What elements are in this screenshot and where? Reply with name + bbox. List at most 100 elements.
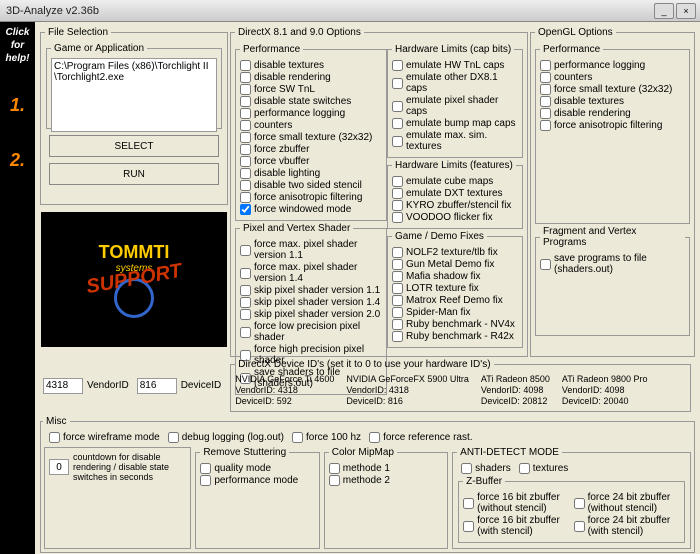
device-ids-group: DirectX Device ID's (set it to 0 to use … (230, 359, 691, 412)
dx-gdf-item-4[interactable]: Matrox Reef Demo fix (392, 295, 518, 306)
file-selection-group: File Selection Game or Application C:\Pr… (40, 27, 228, 205)
anti-detect-group: ANTI-DETECT MODE shaders textures Z-Buff… (452, 447, 691, 549)
dx-perf-item-8[interactable]: force vbuffer (240, 156, 382, 167)
countdown-group: countdown for disable rendering / disabl… (44, 447, 191, 549)
logo-title: TOMMTI (99, 242, 170, 263)
dx-gdf-item-7[interactable]: Ruby benchmark - R42x (392, 331, 518, 342)
zbuffer-group: Z-Buffer force 16 bit zbuffer (without s… (458, 476, 685, 543)
color-mipmap-group: Color MipMap methode 1methode 2 (324, 447, 448, 549)
game-app-group: Game or Application C:\Program Files (x8… (46, 43, 222, 129)
dx-gdf-item-0[interactable]: NOLF2 texture/tlb fix (392, 247, 518, 258)
deviceid-label: DeviceID (181, 380, 222, 391)
step-1: 1. (10, 95, 25, 116)
force-100hz-checkbox[interactable]: force 100 hz (292, 432, 361, 443)
select-button[interactable]: SELECT (49, 135, 219, 157)
gl-fvp-item-0[interactable]: save programs to file (shaders.out) (540, 253, 685, 275)
vendorid-input[interactable] (43, 378, 83, 394)
zb1-item-0[interactable]: force 16 bit zbuffer (without stencil) (463, 492, 569, 514)
opengl-legend: OpenGL Options (535, 27, 616, 38)
dx-gdf-group: Game / Demo Fixes NOLF2 texture/tlb fixG… (387, 231, 523, 348)
dx-perf-item-4[interactable]: performance logging (240, 108, 382, 119)
dx-hlf-group: Hardware Limits (features) emulate cube … (387, 160, 523, 229)
device-card-2: ATi Radeon 8500VendorID: 4098DeviceID: 2… (481, 374, 550, 407)
device-card-3: ATi Radeon 9800 ProVendorID: 4098DeviceI… (562, 374, 648, 407)
rs-item-1[interactable]: performance mode (200, 475, 314, 486)
dx-hlc-group: Hardware Limits (cap bits) emulate HW Tn… (387, 44, 523, 158)
dx-pvs-item-5[interactable]: force low precision pixel shader (240, 321, 382, 343)
window-title: 3D-Analyze v2.36b (4, 5, 652, 17)
dx-perf-item-2[interactable]: force SW TnL (240, 84, 382, 95)
minimize-button[interactable]: _ (654, 3, 674, 19)
dx-gdf-item-6[interactable]: Ruby benchmark - NV4x (392, 319, 518, 330)
dx-gdf-item-5[interactable]: Spider-Man fix (392, 307, 518, 318)
dx-perf-item-1[interactable]: disable rendering (240, 72, 382, 83)
deviceid-input[interactable] (137, 378, 177, 394)
file-selection-legend: File Selection (45, 27, 111, 38)
opengl-options-group: OpenGL Options Performance performance l… (530, 27, 695, 357)
remove-stuttering-group: Remove Stuttering quality modeperformanc… (195, 447, 319, 549)
ad-shaders-checkbox[interactable]: shaders (461, 463, 511, 474)
cm-item-0[interactable]: methode 1 (329, 463, 443, 474)
dx-pvs-item-1[interactable]: force max. pixel shader version 1.4 (240, 262, 382, 284)
close-button[interactable]: × (676, 3, 696, 19)
gl-perf-item-1[interactable]: counters (540, 72, 685, 83)
countdown-input[interactable] (49, 459, 69, 475)
misc-group: Misc force wireframe mode debug logging … (40, 416, 695, 553)
dx-gdf-item-3[interactable]: LOTR texture fix (392, 283, 518, 294)
dx-performance-group: Performance disable texturesdisable rend… (235, 44, 387, 221)
dx-hlf-item-1[interactable]: emulate DXT textures (392, 188, 518, 199)
dx-hlf-item-0[interactable]: emulate cube maps (392, 176, 518, 187)
dx-hlc-item-2[interactable]: emulate pixel shader caps (392, 95, 518, 117)
dx-perf-item-3[interactable]: disable state switches (240, 96, 382, 107)
cm-item-1[interactable]: methode 2 (329, 475, 443, 486)
gl-fvp-group: Fragment and Vertex Programs save progra… (535, 226, 690, 336)
dx-hlc-item-0[interactable]: emulate HW TnL caps (392, 60, 518, 71)
device-card-0: NVIDIA GeForce Ti 4600VendorID: 4318Devi… (235, 374, 334, 407)
vendorid-label: VendorID (87, 380, 129, 391)
sidebar: Click for help! 1. 2. (0, 22, 35, 554)
dx-pvs-item-2[interactable]: skip pixel shader version 1.1 (240, 285, 382, 296)
dx-gdf-item-2[interactable]: Mafia shadow fix (392, 271, 518, 282)
file-path-display: C:\Program Files (x86)\Torchlight II\Tor… (51, 58, 217, 132)
gl-perf-item-2[interactable]: force small texture (32x32) (540, 84, 685, 95)
dx-perf-item-5[interactable]: counters (240, 120, 382, 131)
dx-pvs-item-3[interactable]: skip pixel shader version 1.4 (240, 297, 382, 308)
dx-hlc-item-4[interactable]: emulate max. sim. textures (392, 130, 518, 152)
zb2-item-1[interactable]: force 24 bit zbuffer (with stencil) (574, 515, 680, 537)
dx-pvs-item-0[interactable]: force max. pixel shader version 1.1 (240, 239, 382, 261)
zb1-item-1[interactable]: force 16 bit zbuffer (with stencil) (463, 515, 569, 537)
dx-perf-item-0[interactable]: disable textures (240, 60, 382, 71)
gl-performance-group: Performance performance loggingcountersf… (535, 44, 690, 224)
dx-perf-item-10[interactable]: disable two sided stencil (240, 180, 382, 191)
dx-hlf-item-3[interactable]: VOODOO flicker fix (392, 212, 518, 223)
help-link[interactable]: Click for help! (0, 26, 35, 65)
run-button[interactable]: RUN (49, 163, 219, 185)
logo: SUPPORT TOMMTI systems (41, 212, 227, 347)
gl-perf-item-4[interactable]: disable rendering (540, 108, 685, 119)
dx-perf-item-6[interactable]: force small texture (32x32) (240, 132, 382, 143)
dx-perf-item-9[interactable]: disable lighting (240, 168, 382, 179)
dx-perf-item-11[interactable]: force anisotropic filtering (240, 192, 382, 203)
directx-legend: DirectX 8.1 and 9.0 Options (235, 27, 364, 38)
gl-perf-item-3[interactable]: disable textures (540, 96, 685, 107)
gl-perf-item-0[interactable]: performance logging (540, 60, 685, 71)
reference-rast-checkbox[interactable]: force reference rast. (369, 432, 472, 443)
window-titlebar: 3D-Analyze v2.36b _ × (0, 0, 700, 22)
gl-perf-item-5[interactable]: force anisotropic filtering (540, 120, 685, 131)
ad-textures-checkbox[interactable]: textures (519, 463, 569, 474)
zb2-item-0[interactable]: force 24 bit zbuffer (without stencil) (574, 492, 680, 514)
countdown-label: countdown for disable rendering / disabl… (73, 452, 186, 482)
dx-perf-item-12[interactable]: force windowed mode (240, 204, 382, 215)
dx-perf-item-7[interactable]: force zbuffer (240, 144, 382, 155)
debug-logging-checkbox[interactable]: debug logging (log.out) (168, 432, 284, 443)
dx-pvs-item-4[interactable]: skip pixel shader version 2.0 (240, 309, 382, 320)
dx-hlf-item-2[interactable]: KYRO zbuffer/stencil fix (392, 200, 518, 211)
dx-hlc-item-3[interactable]: emulate bump map caps (392, 118, 518, 129)
rs-item-0[interactable]: quality mode (200, 463, 314, 474)
dx-hlc-item-1[interactable]: emulate other DX8.1 caps (392, 72, 518, 94)
deviceid-row: DeviceID (137, 358, 222, 413)
directx-options-group: DirectX 8.1 and 9.0 Options Performance … (230, 27, 528, 357)
step-2: 2. (10, 150, 25, 171)
wireframe-checkbox[interactable]: force wireframe mode (49, 432, 160, 443)
dx-gdf-item-1[interactable]: Gun Metal Demo fix (392, 259, 518, 270)
